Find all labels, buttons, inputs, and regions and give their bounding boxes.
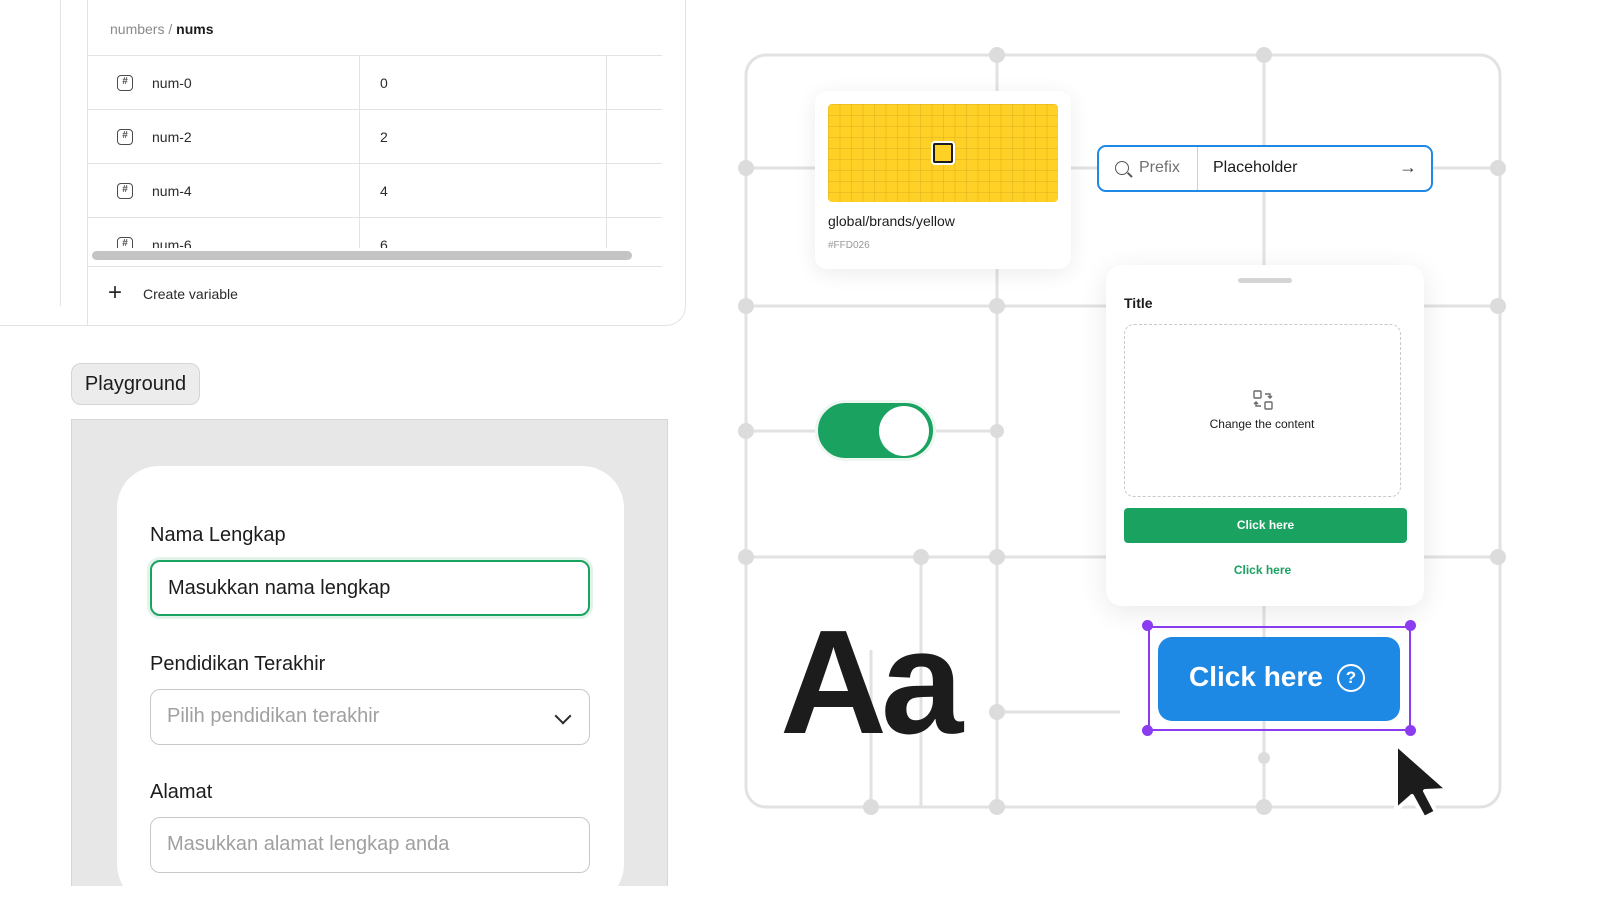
bottom-sheet: Title Change the content Click here Clic… [1106, 265, 1424, 606]
resize-handle[interactable] [1142, 725, 1153, 736]
toggle-switch[interactable] [815, 400, 936, 461]
resize-handle[interactable] [1405, 725, 1416, 736]
search-placeholder: Placeholder [1213, 159, 1298, 176]
swap-component-icon [1253, 390, 1273, 410]
slot-label: Change the content [1209, 417, 1315, 431]
primary-button[interactable]: Click here [1124, 508, 1407, 543]
toggle-knob [879, 406, 929, 456]
search-prefix: Prefix [1139, 159, 1180, 176]
cursor-arrow-icon [1394, 742, 1450, 820]
help-icon: ? [1337, 664, 1365, 692]
color-picker-handle[interactable] [933, 143, 953, 163]
resize-handle[interactable] [1405, 620, 1416, 631]
content-slot[interactable]: Change the content [1124, 324, 1401, 497]
sheet-title: Title [1124, 295, 1153, 311]
typography-sample: Aa [780, 600, 963, 765]
search-input[interactable]: Prefix Placeholder → [1097, 145, 1433, 192]
resize-handle[interactable] [1142, 620, 1153, 631]
prefix-divider [1197, 147, 1198, 190]
button-label: Click here [1189, 661, 1323, 692]
color-token-name: global/brands/yellow [828, 213, 955, 229]
arrow-right-icon[interactable]: → [1399, 157, 1417, 178]
color-token-card[interactable]: global/brands/yellow #FFD026 [815, 91, 1071, 269]
secondary-link-button[interactable]: Click here [1124, 563, 1401, 577]
color-swatch[interactable] [828, 104, 1058, 202]
click-here-button[interactable]: Click here ? [1158, 637, 1400, 721]
color-token-hex: #FFD026 [828, 240, 870, 251]
drag-handle[interactable] [1238, 278, 1292, 283]
search-icon [1115, 161, 1129, 175]
